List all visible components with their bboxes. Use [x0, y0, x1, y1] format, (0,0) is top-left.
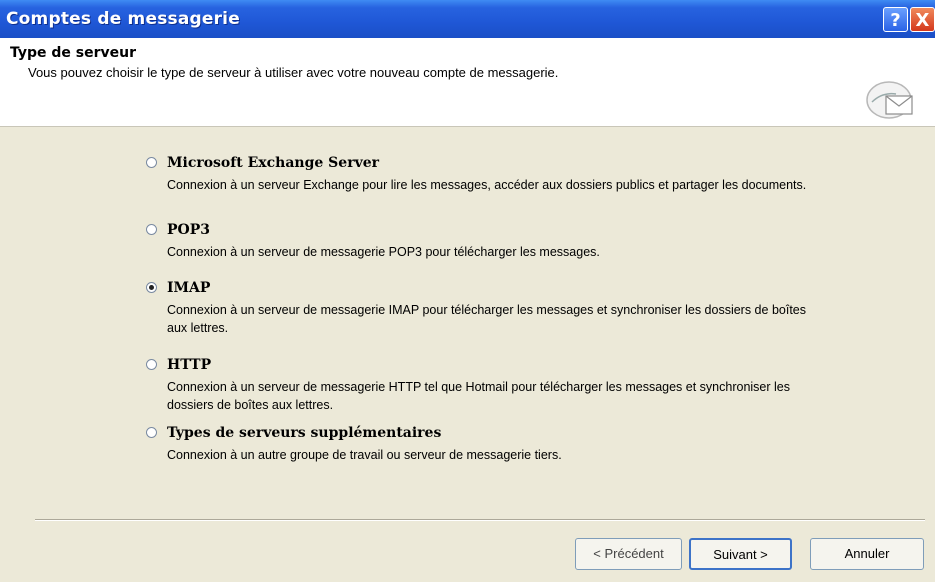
title-bar[interactable]: Comptes de messagerie ? X: [0, 0, 935, 38]
previous-button[interactable]: < Précédent: [575, 538, 682, 570]
page-title: Type de serveur: [10, 45, 137, 61]
option-label[interactable]: HTTP: [167, 357, 211, 373]
radio-additional-types[interactable]: [146, 427, 157, 438]
wizard-header: [0, 38, 935, 127]
option-description: Connexion à un autre groupe de travail o…: [167, 448, 562, 462]
option-description: Connexion à un serveur de messagerie POP…: [167, 245, 600, 259]
radio-http[interactable]: [146, 359, 157, 370]
radio-imap[interactable]: [146, 282, 157, 293]
option-label[interactable]: Microsoft Exchange Server: [167, 155, 379, 171]
window-title: Comptes de messagerie: [6, 9, 240, 29]
radio-exchange[interactable]: [146, 157, 157, 168]
dialog-window: Comptes de messagerie ? X Type de serveu…: [0, 0, 935, 582]
radio-pop3[interactable]: [146, 224, 157, 235]
option-description: Connexion à un serveur de messagerie HTT…: [167, 380, 790, 412]
option-description: Connexion à un serveur de messagerie IMA…: [167, 303, 806, 335]
help-button[interactable]: ?: [883, 7, 908, 32]
mail-account-icon: [866, 81, 913, 119]
option-label[interactable]: POP3: [167, 222, 210, 238]
option-description: Connexion à un serveur Exchange pour lir…: [167, 178, 807, 192]
footer-divider: [35, 519, 925, 521]
option-label[interactable]: Types de serveurs supplémentaires: [167, 425, 441, 441]
page-subtitle: Vous pouvez choisir le type de serveur à…: [28, 65, 559, 80]
close-button[interactable]: X: [910, 7, 935, 32]
next-button[interactable]: Suivant >: [689, 538, 792, 570]
cancel-button[interactable]: Annuler: [810, 538, 924, 570]
option-label[interactable]: IMAP: [167, 280, 210, 296]
